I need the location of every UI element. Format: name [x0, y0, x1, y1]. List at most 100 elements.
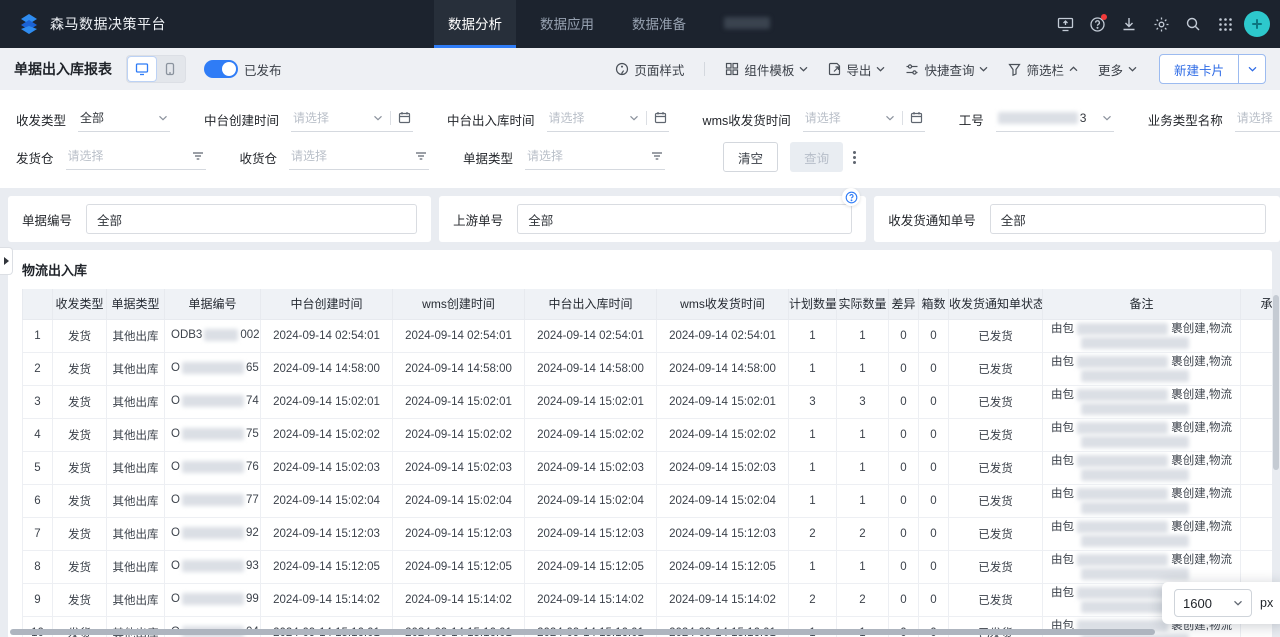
doc-number-cell: O77 [165, 484, 261, 517]
remark-cell: 由包裹创建,物流 [1043, 352, 1241, 385]
table-row[interactable]: 9发货其他出库O992024-09-14 15:14:022024-09-14 … [23, 583, 1273, 616]
nav-tab[interactable]: 数据应用 [526, 0, 608, 48]
publish-toggle[interactable] [204, 60, 238, 78]
nav-tab[interactable]: 数据准备 [618, 0, 700, 48]
employee-id-select[interactable]: 3 [996, 106, 1114, 132]
notice-number-card: 收发货通知单号 [874, 196, 1280, 242]
query-button[interactable]: 查询 [790, 142, 843, 172]
filter-lines-icon [192, 151, 204, 161]
mid-inout-time-select[interactable]: 请选择 [547, 106, 669, 132]
wms-time-select[interactable]: 请选择 [803, 106, 925, 132]
receive-warehouse-select[interactable]: 请选择 [289, 144, 429, 170]
doc-number-input[interactable] [86, 204, 417, 234]
help-circle-icon[interactable] [842, 188, 860, 206]
remark-cell: 由包裹创建,物流 [1043, 319, 1241, 352]
vertical-scrollbar[interactable] [1273, 295, 1279, 470]
doc-number-card: 单据编号 [8, 196, 431, 242]
avatar[interactable] [1244, 11, 1270, 37]
cell: 0 [919, 517, 949, 550]
filter-collapse-handle[interactable] [0, 247, 13, 275]
cell: 2024-09-14 15:14:02 [393, 583, 525, 616]
doc-number-cell: O99 [165, 583, 261, 616]
table-body: 1发货其他出库ODB30022024-09-14 02:54:012024-09… [23, 319, 1273, 637]
cell: 1 [837, 550, 889, 583]
cell: 1 [837, 418, 889, 451]
horizontal-scrollbar[interactable] [10, 629, 1155, 635]
table-row[interactable]: 3发货其他出库O742024-09-14 15:02:012024-09-14 … [23, 385, 1273, 418]
help-icon[interactable] [1084, 11, 1110, 37]
notice-number-input[interactable] [990, 204, 1266, 234]
chevron-down-icon [1102, 115, 1112, 121]
doc-type-select[interactable]: 请选择 [525, 144, 665, 170]
filter-doc-type: 单据类型 请选择 [463, 144, 665, 170]
cell: 其他出库 [107, 451, 165, 484]
cell: 1 [837, 319, 889, 352]
publish-toggle-label: 已发布 [244, 60, 282, 79]
page-style-button[interactable]: 页面样式 [615, 60, 684, 79]
calendar-icon[interactable] [910, 111, 923, 124]
nav-tab[interactable] [710, 0, 784, 48]
filter-row-1: 收发类型 全部 中台创建时间 请选择 中台出入库时间 请选择 [16, 100, 1264, 138]
filter-lines-icon [415, 151, 427, 161]
cell: 2024-09-14 15:02:02 [261, 418, 393, 451]
desktop-mode-button[interactable] [128, 57, 156, 81]
mid-create-time-select[interactable]: 请选择 [291, 106, 413, 132]
column-header: 计划数量 [789, 289, 837, 319]
mobile-icon [163, 62, 177, 76]
table-row[interactable]: 4发货其他出库O752024-09-14 15:02:022024-09-14 … [23, 418, 1273, 451]
app-title: 森马数据决策平台 [50, 14, 166, 34]
calendar-icon[interactable] [654, 111, 667, 124]
chevron-down-icon [1233, 600, 1243, 606]
component-template-button[interactable]: 组件模板 [725, 60, 808, 79]
cell: 2024-09-14 15:12:05 [261, 550, 393, 583]
mobile-mode-button[interactable] [156, 57, 184, 81]
cell: 1 [837, 484, 889, 517]
table-row[interactable]: 7发货其他出库O922024-09-14 15:12:032024-09-14 … [23, 517, 1273, 550]
top-nav: 森马数据决策平台 数据分析数据应用数据准备 [0, 0, 1280, 48]
column-header: 备注 [1043, 289, 1241, 319]
business-type-select[interactable]: 请选择 [1235, 106, 1280, 132]
chevron-down-icon [876, 66, 885, 72]
ship-warehouse-select[interactable]: 请选择 [66, 144, 206, 170]
table-row[interactable]: 6发货其他出库O772024-09-14 15:02:042024-09-14 … [23, 484, 1273, 517]
clear-button[interactable]: 清空 [723, 142, 778, 172]
cell: 3 [789, 385, 837, 418]
toolbar-divider [704, 62, 705, 76]
remark-cell: 由包裹创建,物流 [1043, 385, 1241, 418]
calendar-icon[interactable] [398, 111, 411, 124]
table-row[interactable]: 5发货其他出库O762024-09-14 15:02:032024-09-14 … [23, 451, 1273, 484]
table-row[interactable]: 2发货其他出库O652024-09-14 14:58:002024-09-14 … [23, 352, 1273, 385]
filter-bar-button[interactable]: 筛选栏 [1008, 60, 1078, 79]
download-icon[interactable] [1116, 11, 1142, 37]
export-button[interactable]: 导出 [828, 60, 885, 79]
cell: 2024-09-14 02:54:01 [393, 319, 525, 352]
doc-number-cell: O65 [165, 352, 261, 385]
cell: 发货 [53, 484, 107, 517]
apps-grid-icon[interactable] [1212, 11, 1238, 37]
receive-send-type-select[interactable]: 全部 [78, 106, 170, 132]
more-options-kebab-icon[interactable] [853, 151, 856, 164]
more-button[interactable]: 更多 [1098, 60, 1137, 79]
cell: 3 [23, 385, 53, 418]
filter-employee-id: 工号 3 [959, 106, 1114, 132]
column-header: 中台出入库时间 [525, 289, 657, 319]
cell: 2024-09-14 15:02:04 [261, 484, 393, 517]
settings-icon[interactable] [1148, 11, 1174, 37]
chevron-down-icon [629, 115, 639, 121]
table-header-row: 收发类型单据类型单据编号中台创建时间wms创建时间中台出入库时间wms收发货时间… [23, 289, 1273, 319]
table-row[interactable]: 1发货其他出库ODB30022024-09-14 02:54:012024-09… [23, 319, 1273, 352]
doc-number-cell: O76 [165, 451, 261, 484]
search-icon[interactable] [1180, 11, 1206, 37]
table-row[interactable]: 8发货其他出库O932024-09-14 15:12:052024-09-14 … [23, 550, 1273, 583]
cell: 已发货 [949, 385, 1043, 418]
quick-query-button[interactable]: 快捷查询 [905, 60, 988, 79]
publish-screen-icon[interactable] [1052, 11, 1078, 37]
cell: 2024-09-14 15:02:04 [657, 484, 789, 517]
cell: 5 [23, 451, 53, 484]
nav-tab[interactable]: 数据分析 [434, 0, 516, 48]
cell: 0 [919, 385, 949, 418]
width-select[interactable]: 1600 [1174, 589, 1252, 617]
new-card-dropdown-button[interactable] [1239, 55, 1265, 83]
upstream-number-input[interactable] [517, 204, 852, 234]
new-card-button[interactable]: 新建卡片 [1160, 55, 1239, 83]
